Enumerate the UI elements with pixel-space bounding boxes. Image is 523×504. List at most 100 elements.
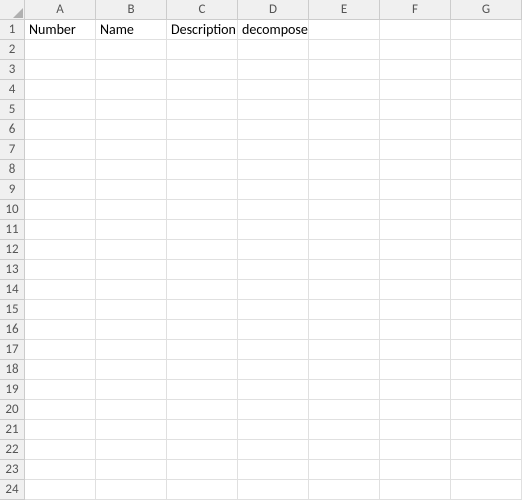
cell-a16[interactable] bbox=[25, 320, 96, 340]
cell-b15[interactable] bbox=[96, 300, 167, 320]
cell-b12[interactable] bbox=[96, 240, 167, 260]
row-header-2[interactable]: 2 bbox=[0, 40, 25, 60]
cell-d4[interactable] bbox=[238, 80, 309, 100]
cell-b18[interactable] bbox=[96, 360, 167, 380]
cell-f19[interactable] bbox=[380, 380, 451, 400]
cell-g22[interactable] bbox=[451, 440, 522, 460]
cell-g14[interactable] bbox=[451, 280, 522, 300]
row-header-16[interactable]: 16 bbox=[0, 320, 25, 340]
cell-f8[interactable] bbox=[380, 160, 451, 180]
cell-g16[interactable] bbox=[451, 320, 522, 340]
cell-g18[interactable] bbox=[451, 360, 522, 380]
row-header-7[interactable]: 7 bbox=[0, 140, 25, 160]
cell-e6[interactable] bbox=[309, 120, 380, 140]
cell-a10[interactable] bbox=[25, 200, 96, 220]
cell-c18[interactable] bbox=[167, 360, 238, 380]
cell-b23[interactable] bbox=[96, 460, 167, 480]
cell-d15[interactable] bbox=[238, 300, 309, 320]
cell-f17[interactable] bbox=[380, 340, 451, 360]
cell-g10[interactable] bbox=[451, 200, 522, 220]
cell-c7[interactable] bbox=[167, 140, 238, 160]
cell-f5[interactable] bbox=[380, 100, 451, 120]
cell-d10[interactable] bbox=[238, 200, 309, 220]
cell-a17[interactable] bbox=[25, 340, 96, 360]
cell-d3[interactable] bbox=[238, 60, 309, 80]
cell-g11[interactable] bbox=[451, 220, 522, 240]
cell-a20[interactable] bbox=[25, 400, 96, 420]
cell-d18[interactable] bbox=[238, 360, 309, 380]
cell-g2[interactable] bbox=[451, 40, 522, 60]
spreadsheet-grid[interactable]: ABCDEFG1NumberNameDescriptiondecomposes2… bbox=[0, 0, 523, 500]
cell-c10[interactable] bbox=[167, 200, 238, 220]
cell-d2[interactable] bbox=[238, 40, 309, 60]
cell-e4[interactable] bbox=[309, 80, 380, 100]
cell-g12[interactable] bbox=[451, 240, 522, 260]
column-header-f[interactable]: F bbox=[380, 0, 451, 20]
cell-g1[interactable] bbox=[451, 20, 522, 40]
cell-f4[interactable] bbox=[380, 80, 451, 100]
cell-c23[interactable] bbox=[167, 460, 238, 480]
cell-a19[interactable] bbox=[25, 380, 96, 400]
cell-g3[interactable] bbox=[451, 60, 522, 80]
cell-a13[interactable] bbox=[25, 260, 96, 280]
cell-a11[interactable] bbox=[25, 220, 96, 240]
cell-f22[interactable] bbox=[380, 440, 451, 460]
cell-e5[interactable] bbox=[309, 100, 380, 120]
cell-a21[interactable] bbox=[25, 420, 96, 440]
cell-e12[interactable] bbox=[309, 240, 380, 260]
row-header-10[interactable]: 10 bbox=[0, 200, 25, 220]
cell-b21[interactable] bbox=[96, 420, 167, 440]
cell-e7[interactable] bbox=[309, 140, 380, 160]
cell-d19[interactable] bbox=[238, 380, 309, 400]
cell-c22[interactable] bbox=[167, 440, 238, 460]
cell-f23[interactable] bbox=[380, 460, 451, 480]
column-header-b[interactable]: B bbox=[96, 0, 167, 20]
cell-c12[interactable] bbox=[167, 240, 238, 260]
cell-b17[interactable] bbox=[96, 340, 167, 360]
row-header-12[interactable]: 12 bbox=[0, 240, 25, 260]
cell-g4[interactable] bbox=[451, 80, 522, 100]
row-header-14[interactable]: 14 bbox=[0, 280, 25, 300]
cell-b11[interactable] bbox=[96, 220, 167, 240]
cell-e20[interactable] bbox=[309, 400, 380, 420]
row-header-9[interactable]: 9 bbox=[0, 180, 25, 200]
cell-b3[interactable] bbox=[96, 60, 167, 80]
cell-f24[interactable] bbox=[380, 480, 451, 500]
cell-c13[interactable] bbox=[167, 260, 238, 280]
cell-d9[interactable] bbox=[238, 180, 309, 200]
column-header-g[interactable]: G bbox=[451, 0, 522, 20]
row-header-15[interactable]: 15 bbox=[0, 300, 25, 320]
cell-b13[interactable] bbox=[96, 260, 167, 280]
cell-b7[interactable] bbox=[96, 140, 167, 160]
cell-f7[interactable] bbox=[380, 140, 451, 160]
row-header-17[interactable]: 17 bbox=[0, 340, 25, 360]
cell-b6[interactable] bbox=[96, 120, 167, 140]
cell-g7[interactable] bbox=[451, 140, 522, 160]
cell-f2[interactable] bbox=[380, 40, 451, 60]
cell-c4[interactable] bbox=[167, 80, 238, 100]
cell-c15[interactable] bbox=[167, 300, 238, 320]
cell-e10[interactable] bbox=[309, 200, 380, 220]
cell-d21[interactable] bbox=[238, 420, 309, 440]
cell-b16[interactable] bbox=[96, 320, 167, 340]
cell-e16[interactable] bbox=[309, 320, 380, 340]
cell-f9[interactable] bbox=[380, 180, 451, 200]
cell-c6[interactable] bbox=[167, 120, 238, 140]
cell-d20[interactable] bbox=[238, 400, 309, 420]
cell-a3[interactable] bbox=[25, 60, 96, 80]
row-header-4[interactable]: 4 bbox=[0, 80, 25, 100]
cell-a4[interactable] bbox=[25, 80, 96, 100]
cell-c21[interactable] bbox=[167, 420, 238, 440]
cell-f3[interactable] bbox=[380, 60, 451, 80]
row-header-22[interactable]: 22 bbox=[0, 440, 25, 460]
cell-f12[interactable] bbox=[380, 240, 451, 260]
row-header-6[interactable]: 6 bbox=[0, 120, 25, 140]
row-header-11[interactable]: 11 bbox=[0, 220, 25, 240]
cell-e11[interactable] bbox=[309, 220, 380, 240]
cell-g21[interactable] bbox=[451, 420, 522, 440]
cell-d17[interactable] bbox=[238, 340, 309, 360]
cell-a8[interactable] bbox=[25, 160, 96, 180]
cell-d22[interactable] bbox=[238, 440, 309, 460]
cell-d13[interactable] bbox=[238, 260, 309, 280]
cell-e17[interactable] bbox=[309, 340, 380, 360]
